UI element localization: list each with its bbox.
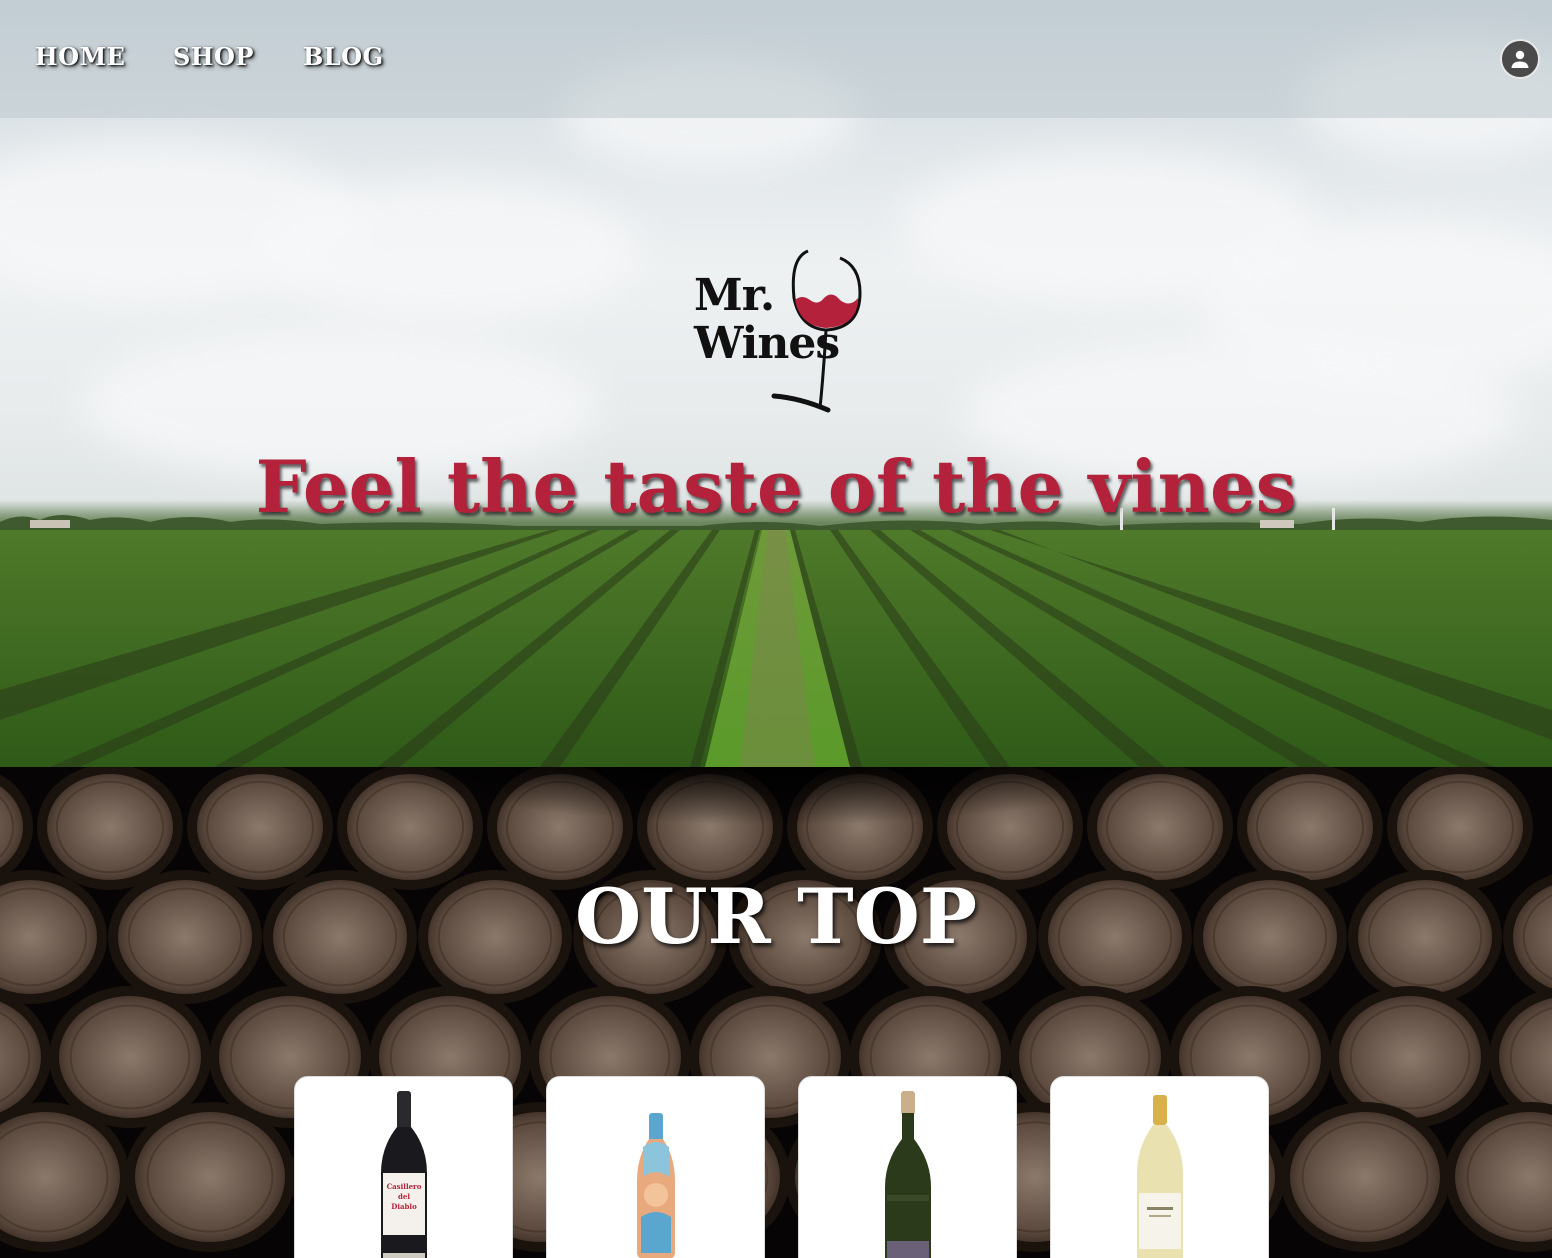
product-card[interactable]: Casillero del Diablo [294, 1076, 513, 1258]
wine-bottle-image: Casillero del Diablo [381, 1091, 427, 1258]
barrel-end [1387, 767, 1533, 890]
wine-barrels-background [0, 767, 1552, 1252]
product-card[interactable] [798, 1076, 1017, 1258]
account-button[interactable] [1500, 39, 1540, 79]
our-top-section: OUR TOP Casillero del Diablo [0, 767, 1552, 1258]
logo-text-wines: Wines [694, 318, 840, 369]
mr-wines-logo: Mr. Wines [690, 248, 870, 416]
svg-text:del: del [398, 1192, 410, 1201]
barrel-end [37, 767, 183, 890]
nav-blog-link[interactable]: BLOG [303, 42, 384, 71]
svg-text:Diablo: Diablo [391, 1202, 417, 1211]
wine-bottle-image [885, 1091, 931, 1258]
vineyard-field [0, 530, 1552, 767]
our-top-title: OUR TOP [574, 872, 977, 961]
product-card[interactable] [1050, 1076, 1269, 1258]
top-navbar: HOME SHOP BLOG [0, 0, 1552, 118]
nav-home-link[interactable]: HOME [35, 42, 125, 71]
logo-text-mr: Mr. [694, 270, 775, 321]
wine-bottle-image [637, 1113, 675, 1258]
barrel-end [49, 986, 211, 1128]
barrel-end [125, 1102, 295, 1252]
hero-tagline: Feel the taste of the vines [255, 444, 1297, 529]
account-circle-icon [1511, 50, 1529, 68]
wine-bottle-image [1137, 1095, 1183, 1258]
product-card[interactable] [546, 1076, 765, 1258]
nav-shop-link[interactable]: SHOP [173, 42, 254, 71]
barrel-end [1280, 1102, 1450, 1252]
svg-text:Casillero: Casillero [387, 1182, 422, 1191]
hero-section: HOME SHOP BLOG Mr. Wines Feel the taste … [0, 0, 1552, 767]
